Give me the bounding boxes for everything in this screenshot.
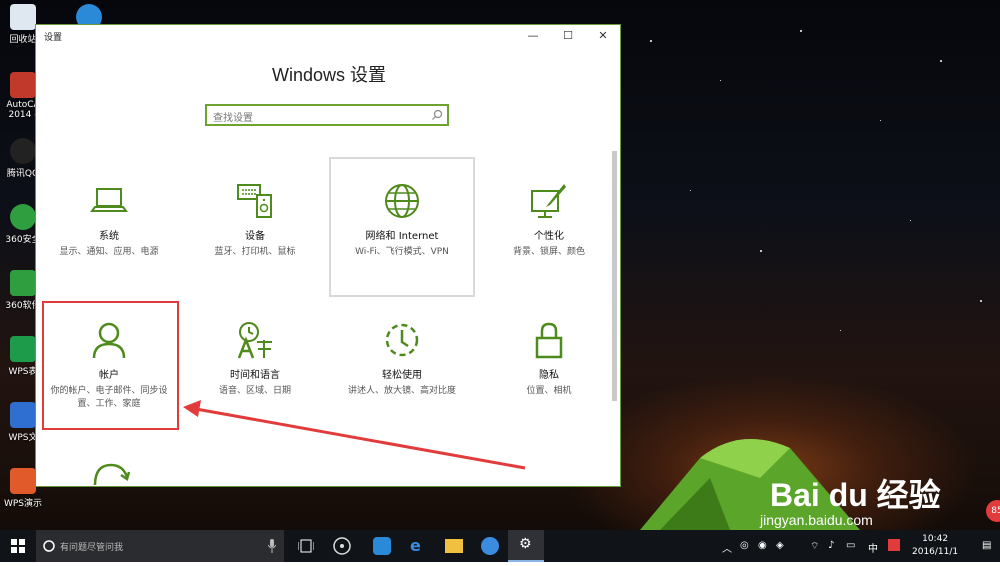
personalization-icon <box>531 184 566 218</box>
taskbar-search-placeholder: 有问题尽管问我 <box>60 543 124 553</box>
edge-icon: e <box>410 536 421 555</box>
system-clock[interactable]: 10:42 2016/11/1 <box>912 533 958 559</box>
sogou-icon <box>481 537 499 555</box>
tile-privacy[interactable]: 隐私 位置、相机 <box>476 300 620 440</box>
notification-badge[interactable]: 85 <box>986 500 1000 522</box>
clock-date: 2016/11/1 <box>912 547 959 557</box>
tile-name: 轻松使用 <box>382 370 422 381</box>
baidu-watermark: Bai du 经验 <box>770 477 941 513</box>
tile-system[interactable]: 系统 显示、通知、应用、电源 <box>36 157 182 297</box>
tray-icon[interactable]: ◎ <box>740 540 749 551</box>
title-bar[interactable]: 设置 — ☐ ✕ <box>36 25 620 47</box>
microphone-icon[interactable] <box>268 539 276 553</box>
highlight-box <box>42 301 179 430</box>
baidu-watermark-url: jingyan.baidu.com <box>760 512 873 528</box>
task-view-button[interactable] <box>288 530 324 562</box>
laptop-icon <box>90 188 128 212</box>
gear-icon: ⚙ <box>519 536 532 552</box>
close-button[interactable]: ✕ <box>586 25 620 47</box>
tile-description: Wi-Fi、飞行模式、VPN <box>355 247 449 257</box>
network-icon[interactable]: ⌔ <box>810 540 819 553</box>
globe-icon <box>385 184 419 218</box>
ease-of-access-icon <box>385 323 419 357</box>
360-security-icon <box>10 204 36 230</box>
volume-icon[interactable]: ♪ <box>828 540 834 551</box>
taskbar-app-sogou[interactable] <box>472 530 508 562</box>
tile-name: 时间和语言 <box>230 370 280 381</box>
taskbar: 有问题尽管问我 e ⚙ ︿ ◎ ◉ ◈ ⌔ ♪ ▭ 中 10:42 2016/1… <box>0 530 1000 562</box>
search-placeholder: 查找设置 <box>213 113 253 124</box>
keyboard-icon[interactable]: ▭ <box>846 540 855 551</box>
tile-description: 蓝牙、打印机、鼠标 <box>214 247 296 257</box>
chevron-up-icon[interactable]: ︿ <box>722 540 732 555</box>
fan-icon <box>333 537 351 555</box>
tile-name: 隐私 <box>539 370 559 381</box>
taskbar-app-explorer[interactable] <box>436 530 472 562</box>
autocad-icon <box>10 72 36 98</box>
time-language-icon <box>237 322 272 359</box>
star <box>650 40 652 42</box>
tile-description: 背景、锁屏、颜色 <box>512 247 585 257</box>
devices-icon <box>237 184 272 218</box>
maximize-button[interactable]: ☐ <box>551 25 585 47</box>
scrollbar[interactable] <box>612 151 617 401</box>
star <box>880 120 881 121</box>
recycle-bin-icon <box>10 4 36 30</box>
tile-ease-of-access[interactable]: 轻松使用 讲述人、放大镜、高对比度 <box>329 300 475 440</box>
360-software-icon <box>10 270 36 296</box>
tray-icon[interactable]: ◈ <box>776 540 784 551</box>
star <box>980 300 982 302</box>
tile-description: 讲述人、放大镜、高对比度 <box>347 386 456 396</box>
taskbar-app-edge[interactable]: e <box>400 530 436 562</box>
window-title: 设置 <box>44 33 63 43</box>
star <box>800 30 802 32</box>
tile-description: 语音、区域、日期 <box>218 386 291 396</box>
tile-name: 系统 <box>99 231 119 242</box>
tile-network[interactable]: 网络和 Internet Wi-Fi、飞行模式、VPN <box>329 157 475 297</box>
tray-icon[interactable]: ◉ <box>758 540 767 551</box>
wps-presentation-icon <box>10 468 36 494</box>
search-icon <box>432 109 443 120</box>
star <box>840 330 841 331</box>
tile-description: 位置、相机 <box>526 386 572 396</box>
update-security-icon[interactable] <box>91 459 131 487</box>
star <box>910 220 911 221</box>
taskbar-app-browser[interactable] <box>364 530 400 562</box>
wps-sheet-icon <box>10 336 36 362</box>
browser-icon <box>373 537 391 555</box>
ime-indicator[interactable]: 中 <box>868 540 878 555</box>
wps-writer-icon <box>10 402 36 428</box>
lock-icon <box>535 322 563 359</box>
sogou-ime-icon[interactable] <box>888 539 900 551</box>
task-view-icon <box>297 539 315 553</box>
windows-start-icon[interactable] <box>11 539 25 553</box>
tile-description: 显示、通知、应用、电源 <box>59 247 159 257</box>
tile-personalization[interactable]: 个性化 背景、锁屏、颜色 <box>476 157 620 297</box>
folder-icon <box>445 539 463 553</box>
taskbar-app-settings[interactable]: ⚙ <box>508 530 544 562</box>
tile-devices[interactable]: 设备 蓝牙、打印机、鼠标 <box>182 157 328 297</box>
qq-icon <box>10 138 36 164</box>
taskbar-app-fan[interactable] <box>324 530 360 562</box>
taskbar-search-input[interactable]: 有问题尽管问我 <box>36 530 284 562</box>
clock-time: 10:42 <box>922 534 949 544</box>
cortana-icon <box>43 540 55 552</box>
star <box>690 190 691 191</box>
tile-name: 个性化 <box>534 231 564 242</box>
minimize-button[interactable]: — <box>516 25 550 47</box>
search-input[interactable]: 查找设置 <box>205 104 449 126</box>
tile-time-language[interactable]: 时间和语言 语音、区域、日期 <box>182 300 328 440</box>
tile-name: 网络和 Internet <box>365 231 439 242</box>
page-title: Windows 设置 <box>271 65 387 85</box>
star <box>760 250 762 252</box>
notifications-icon[interactable]: ▤ <box>982 540 991 551</box>
star <box>720 80 721 81</box>
star <box>940 60 942 62</box>
tile-name: 设备 <box>245 231 265 242</box>
desktop-icon-label: WPS演示 <box>3 499 43 509</box>
